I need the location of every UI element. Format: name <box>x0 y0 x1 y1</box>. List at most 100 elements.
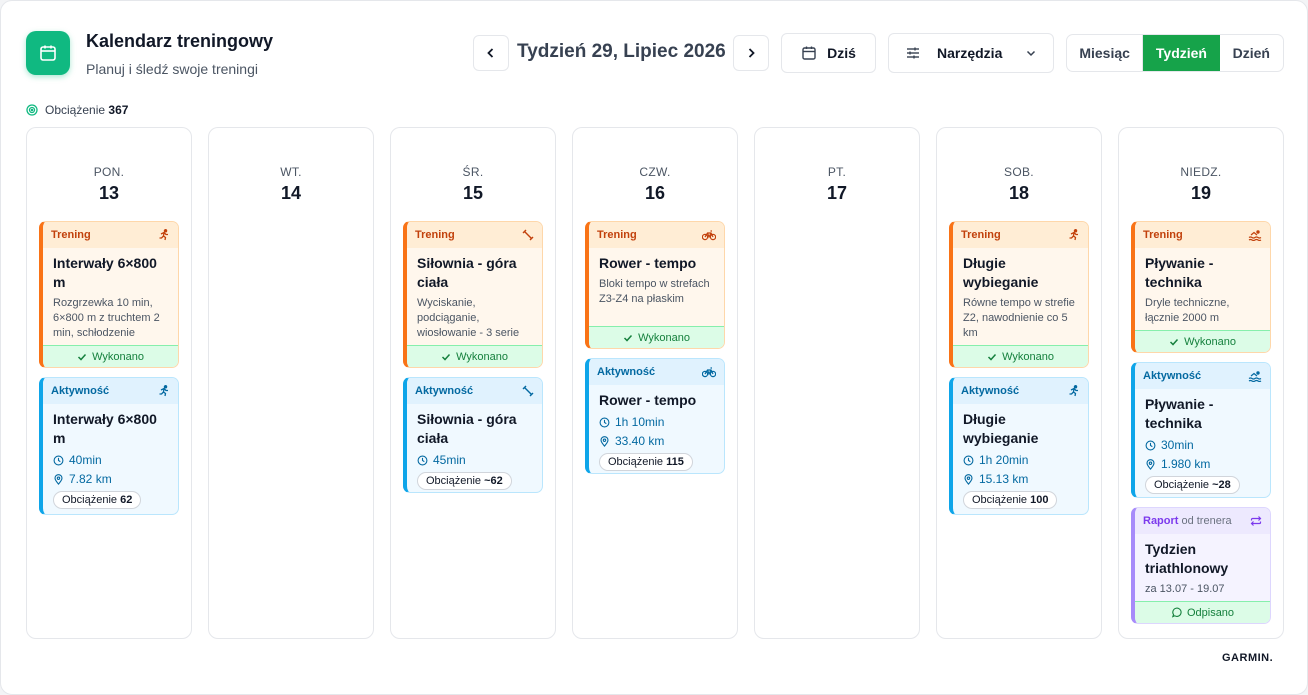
next-week-button[interactable] <box>733 35 769 71</box>
day-name: WT. <box>280 165 302 179</box>
training-card[interactable]: Trening Interwały 6×800 m Rozgrzewka 10 … <box>39 221 179 368</box>
load-badge: Obciążenie 62 <box>53 491 142 509</box>
check-icon <box>988 353 997 361</box>
view-month-button[interactable]: Miesiąc <box>1067 35 1144 71</box>
app-window: Kalendarz treningowy Planuj i śledź swoj… <box>0 0 1308 695</box>
view-week-button[interactable]: Tydzień <box>1143 35 1220 71</box>
day-name: CZW. <box>639 165 671 179</box>
day-column-wed: ŚR. 15 Trening Siłownia - góra ciała Wyc… <box>390 127 556 639</box>
map-pin-icon <box>600 435 609 447</box>
training-card[interactable]: Trening Długie wybieganie Równe tempo w … <box>949 221 1089 368</box>
check-icon <box>78 353 87 361</box>
status-done-badge: Wykonano <box>407 345 542 367</box>
load-badge: Obciążenie 100 <box>963 491 1058 509</box>
load-badge: Obciążenie 115 <box>599 453 693 471</box>
duration: 1h 10min <box>599 415 714 429</box>
view-day-button[interactable]: Dzień <box>1220 35 1283 71</box>
day-number: 17 <box>826 183 848 203</box>
day-column-tue: WT. 14 <box>208 127 374 639</box>
load-badge-label: Obciążenie <box>62 494 118 506</box>
check-icon <box>1170 338 1179 346</box>
day-name: NIEDZ. <box>1180 165 1222 179</box>
day-number: 13 <box>98 183 120 203</box>
week-title: Tydzień 29, Lipiec 2026 <box>517 41 726 62</box>
load-badge-value: 115 <box>666 456 684 468</box>
calendar-icon <box>26 31 70 75</box>
calendar-icon <box>802 46 816 60</box>
load-badge-value: 62 <box>120 494 133 506</box>
load-badge-value: 100 <box>1030 494 1049 506</box>
strength-icon <box>522 385 534 397</box>
status-label: Wykonano <box>1184 335 1236 348</box>
card-tag: Aktywność <box>1143 370 1202 382</box>
card-tag: Trening <box>415 229 455 241</box>
training-card[interactable]: Trening Pływanie - technika Dryle techni… <box>1131 221 1271 353</box>
activity-card[interactable]: Aktywność Rower - tempo 1h 10min 33.40 k… <box>585 358 725 474</box>
run-icon <box>1069 229 1078 241</box>
run-icon <box>159 229 168 241</box>
swim-icon <box>1248 230 1262 241</box>
activity-card[interactable]: Aktywność Pływanie - technika 30min 1.98… <box>1131 362 1271 498</box>
activity-card[interactable]: Aktywność Długie wybieganie 1h 20min 15.… <box>949 377 1089 515</box>
duration-value: 1h 20min <box>979 453 1029 467</box>
status-done-badge: Wykonano <box>1135 330 1270 352</box>
duration: 1h 20min <box>963 453 1078 467</box>
bike-icon <box>702 230 716 241</box>
report-range: za 13.07 - 19.07 <box>1145 583 1225 595</box>
distance: 1.980 km <box>1145 457 1260 471</box>
swim-icon <box>1248 371 1262 382</box>
distance-value: 15.13 km <box>979 472 1029 486</box>
load-badge-value: ~28 <box>1212 479 1231 491</box>
duration-value: 40min <box>69 453 102 467</box>
run-icon <box>159 385 168 397</box>
card-title: Rower - tempo <box>599 392 697 408</box>
prev-week-button[interactable] <box>473 35 509 71</box>
card-description: Wyciskanie, podciąganie, wiosłowanie - 3… <box>417 297 520 339</box>
garmin-logo: GARMIN. <box>1222 652 1274 664</box>
status-label: Wykonano <box>92 350 144 363</box>
clock-icon <box>53 455 64 465</box>
card-tag: Trening <box>1143 229 1183 241</box>
card-tag: Aktywność <box>51 385 110 397</box>
app-subtitle: Planuj i śledź swoje treningi <box>86 61 258 77</box>
weekly-load-summary: Obciążenie 367 <box>26 103 128 117</box>
load-badge-label: Obciążenie <box>1154 479 1210 491</box>
today-button[interactable]: Dziś <box>781 33 876 73</box>
activity-card[interactable]: Aktywność Interwały 6×800 m 40min 7.82 k… <box>39 377 179 515</box>
status-answered-badge: Odpisano <box>1135 601 1270 623</box>
load-value: 367 <box>108 103 129 117</box>
day-column-fri: PT. 17 <box>754 127 920 639</box>
load-label: Obciążenie <box>45 103 106 117</box>
card-tag: Trening <box>51 229 91 241</box>
card-title: Interwały 6×800 m <box>53 255 157 290</box>
duration-value: 1h 10min <box>615 415 665 429</box>
day-column-sun: NIEDZ. 19 Trening Pływanie - technika Dr… <box>1118 127 1284 639</box>
card-tag: Trening <box>597 229 637 241</box>
status-done-badge: Wykonano <box>953 345 1088 367</box>
status-label: Wykonano <box>638 331 690 344</box>
status-label: Wykonano <box>456 350 508 363</box>
card-title: Tydzien triathlonowy <box>1145 541 1229 576</box>
check-icon <box>442 353 451 361</box>
day-number: 18 <box>1008 183 1030 203</box>
card-title: Rower - tempo <box>599 255 697 271</box>
card-description: Równe tempo w strefie Z2, nawodnienie co… <box>963 297 1075 339</box>
activity-card[interactable]: Aktywność Siłownia - góra ciała 45min Ob… <box>403 377 543 493</box>
training-card[interactable]: Trening Rower - tempo Bloki tempo w stre… <box>585 221 725 349</box>
load-badge-value: ~62 <box>484 475 503 487</box>
report-tag-label: Raport <box>1143 515 1179 527</box>
map-pin-icon <box>964 473 973 485</box>
today-label: Dziś <box>827 45 856 61</box>
card-description: Rozgrzewka 10 min, 6×800 m z truchtem 2 … <box>53 297 160 339</box>
duration: 40min <box>53 453 168 467</box>
target-icon <box>26 104 38 116</box>
training-card[interactable]: Trening Siłownia - góra ciała Wyciskanie… <box>403 221 543 368</box>
card-title: Pływanie - technika <box>1145 255 1214 290</box>
card-title: Siłownia - góra ciała <box>417 411 517 446</box>
status-label: Wykonano <box>1002 350 1054 363</box>
day-number: 19 <box>1190 183 1212 203</box>
tools-dropdown[interactable]: Narzędzia <box>888 33 1054 73</box>
coach-report-card[interactable]: Raport od trenera Tydzien triathlonowy za… <box>1131 507 1271 624</box>
distance-value: 1.980 km <box>1161 457 1211 471</box>
map-pin-icon <box>54 473 63 485</box>
